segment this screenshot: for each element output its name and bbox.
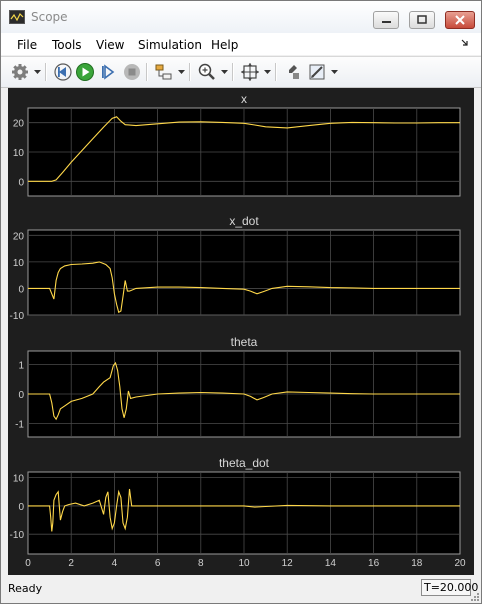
plot-area[interactable]: 0 10 20 x -10 0 10 20 x_dot -1 0 1 theta -10 0 10 theta_… bbox=[8, 88, 474, 575]
panel-title: x_dot bbox=[229, 214, 259, 228]
scope-window: Scope File Tools View Simulation Help 0 … bbox=[0, 0, 482, 604]
x-tick-label: 2 bbox=[68, 558, 74, 569]
y-tick-label: 0 bbox=[18, 502, 24, 513]
scope-panel-x: 0 10 20 x bbox=[13, 92, 461, 197]
zoom-dropdown-icon[interactable] bbox=[221, 70, 228, 75]
x-tick-label: 20 bbox=[454, 558, 466, 569]
signal-select-icon[interactable] bbox=[154, 62, 174, 82]
title-bar[interactable]: Scope bbox=[1, 1, 481, 33]
y-tick-label: -10 bbox=[10, 530, 25, 541]
stop-icon[interactable] bbox=[122, 62, 142, 82]
y-tick-label: -10 bbox=[10, 311, 25, 322]
minimize-button[interactable] bbox=[373, 11, 399, 29]
style-icon[interactable] bbox=[283, 62, 303, 82]
panel-title: x bbox=[241, 92, 247, 106]
signal-dropdown-icon[interactable] bbox=[178, 70, 185, 75]
x-tick-label: 12 bbox=[282, 558, 294, 569]
panel-title: theta_dot bbox=[219, 456, 270, 470]
x-tick-label: 0 bbox=[25, 558, 31, 569]
x-tick-label: 14 bbox=[325, 558, 337, 569]
autoscale-dropdown-icon[interactable] bbox=[264, 70, 271, 75]
y-tick-label: 10 bbox=[13, 148, 25, 159]
y-tick-label: 20 bbox=[13, 119, 25, 130]
y-tick-label: -1 bbox=[15, 420, 24, 431]
menu-simulation[interactable]: Simulation bbox=[138, 38, 202, 52]
measurement-dropdown-icon[interactable] bbox=[331, 70, 338, 75]
scope-panel-theta-dot: -10 0 10 theta_dot 0 2 4 6 8 10 12 14 16 18 20 bbox=[10, 456, 466, 569]
dock-arrow-icon[interactable] bbox=[461, 39, 469, 47]
maximize-icon bbox=[417, 15, 427, 24]
x-tick-label: 10 bbox=[238, 558, 250, 569]
run-icon[interactable] bbox=[75, 62, 95, 82]
zoom-icon[interactable] bbox=[197, 62, 217, 82]
measurement-icon[interactable] bbox=[307, 62, 327, 82]
panel-title: theta bbox=[231, 335, 258, 349]
menu-help[interactable]: Help bbox=[211, 38, 238, 52]
menu-view[interactable]: View bbox=[96, 38, 124, 52]
gear-icon[interactable] bbox=[10, 62, 30, 82]
simulation-time: T=20.000 bbox=[421, 579, 478, 596]
close-button[interactable] bbox=[445, 11, 475, 29]
x-tick-label: 18 bbox=[411, 558, 423, 569]
close-icon bbox=[455, 15, 465, 25]
scope-panel-theta: -1 0 1 theta bbox=[15, 335, 461, 438]
x-tick-label: 16 bbox=[368, 558, 380, 569]
y-tick-label: 0 bbox=[18, 284, 24, 295]
y-tick-label: 0 bbox=[18, 177, 24, 188]
step-forward-icon[interactable] bbox=[99, 62, 119, 82]
y-tick-label: 10 bbox=[13, 474, 25, 485]
menu-bar: File Tools View Simulation Help bbox=[1, 33, 481, 55]
scope-app-icon bbox=[9, 10, 25, 24]
status-bar: Ready T=20.000 bbox=[1, 576, 481, 603]
y-tick-label: 1 bbox=[18, 360, 24, 371]
scope-plots[interactable]: 01020x-1001020x_dot-101theta-10010theta_… bbox=[8, 88, 474, 575]
status-text: Ready bbox=[8, 582, 43, 595]
y-tick-label: 20 bbox=[13, 231, 25, 242]
settings-dropdown-icon[interactable] bbox=[34, 70, 41, 75]
y-tick-label: 0 bbox=[18, 390, 24, 401]
maximize-button[interactable] bbox=[409, 11, 435, 29]
step-back-icon[interactable] bbox=[53, 62, 73, 82]
autoscale-icon[interactable] bbox=[240, 62, 260, 82]
x-tick-label: 8 bbox=[198, 558, 204, 569]
minimize-icon bbox=[382, 21, 391, 23]
menu-tools[interactable]: Tools bbox=[52, 38, 82, 52]
resize-grip-icon[interactable] bbox=[470, 592, 480, 602]
x-tick-label: 4 bbox=[112, 558, 118, 569]
y-tick-label: 10 bbox=[13, 258, 25, 269]
window-title: Scope bbox=[31, 10, 68, 24]
x-tick-label: 6 bbox=[155, 558, 161, 569]
scope-panel-x-dot: -10 0 10 20 x_dot bbox=[10, 214, 461, 322]
toolbar bbox=[1, 56, 481, 88]
menu-file[interactable]: File bbox=[17, 38, 37, 52]
